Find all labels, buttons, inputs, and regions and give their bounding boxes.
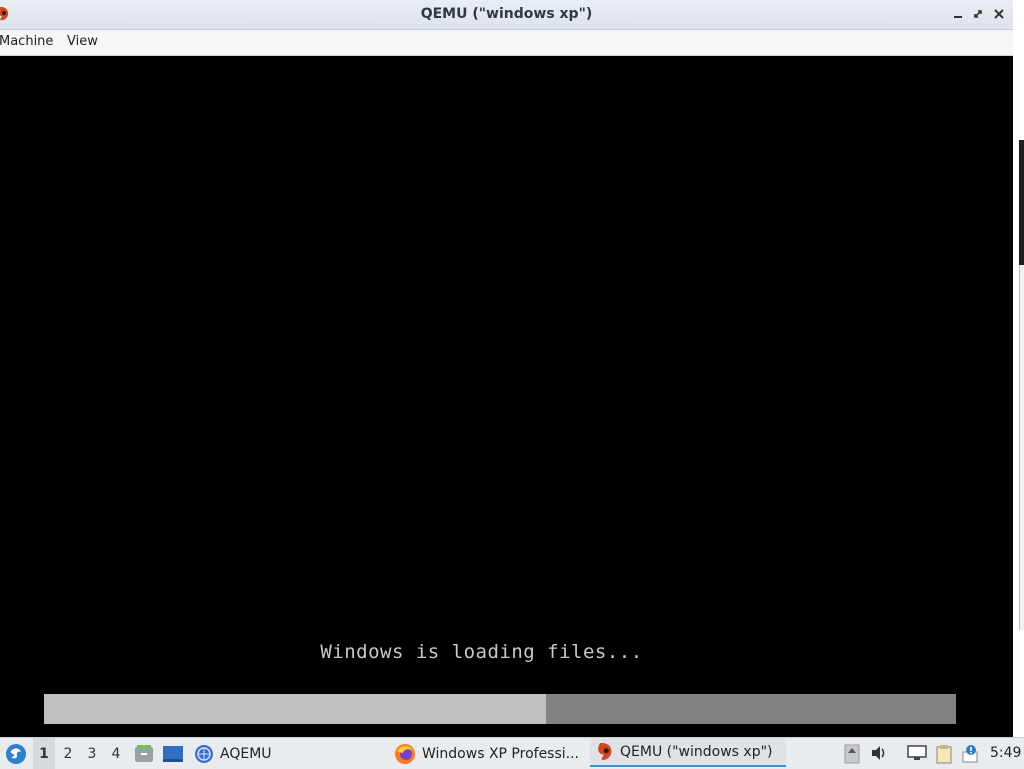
- menu-view[interactable]: View: [67, 34, 98, 49]
- show-desktop-icon: [163, 745, 183, 762]
- volume-icon[interactable]: [870, 744, 888, 762]
- task-qemu[interactable]: QEMU ("windows xp"): [590, 738, 786, 767]
- task-firefox[interactable]: Windows XP Professi...: [394, 738, 584, 769]
- taskbar: 1 2 3 4 AQEMU Windows XP Professi... QEM…: [0, 737, 1024, 769]
- scroll-up-icon[interactable]: [844, 744, 862, 764]
- workspace-3[interactable]: 3: [81, 738, 103, 769]
- file-manager-launcher[interactable]: [134, 738, 154, 769]
- menu-bar: Machine View: [0, 30, 1013, 56]
- window-titlebar[interactable]: QEMU ("windows xp"): [0, 0, 1013, 30]
- clipboard-icon[interactable]: [934, 744, 952, 764]
- loading-progress-fill: [44, 694, 546, 724]
- file-manager-icon: [135, 744, 153, 762]
- menu-machine[interactable]: Machine: [0, 34, 53, 49]
- loading-progress-bar: [44, 694, 956, 724]
- start-menu-button[interactable]: [5, 738, 27, 769]
- background-window-edge: [1019, 140, 1024, 265]
- firefox-icon: [395, 743, 415, 764]
- workspace-2[interactable]: 2: [57, 738, 79, 769]
- clock[interactable]: 5:49: [990, 745, 1021, 761]
- maximize-button[interactable]: [970, 6, 986, 22]
- workspace-4[interactable]: 4: [105, 738, 127, 769]
- task-label: Windows XP Professi...: [422, 745, 580, 762]
- task-aqemu[interactable]: AQEMU: [194, 738, 374, 769]
- loading-message: Windows is loading files...: [320, 641, 643, 663]
- qemu-icon: [598, 742, 612, 760]
- aqemu-icon: [195, 744, 213, 763]
- show-desktop-launcher[interactable]: [162, 738, 184, 769]
- task-label: QEMU ("windows xp"): [620, 743, 773, 760]
- close-button[interactable]: [991, 6, 1007, 22]
- background-window-edge: [1019, 265, 1024, 630]
- minimize-button[interactable]: [950, 6, 966, 22]
- desktop-background: [1013, 0, 1024, 737]
- window-title: QEMU ("windows xp"): [420, 6, 593, 22]
- workspace-1[interactable]: 1: [33, 738, 55, 769]
- start-menu-icon: [6, 743, 26, 764]
- update-notifier-icon[interactable]: [961, 744, 979, 763]
- network-icon[interactable]: [907, 744, 927, 762]
- vm-display[interactable]: Windows is loading files...: [0, 56, 1013, 737]
- task-label: AQEMU: [220, 745, 272, 762]
